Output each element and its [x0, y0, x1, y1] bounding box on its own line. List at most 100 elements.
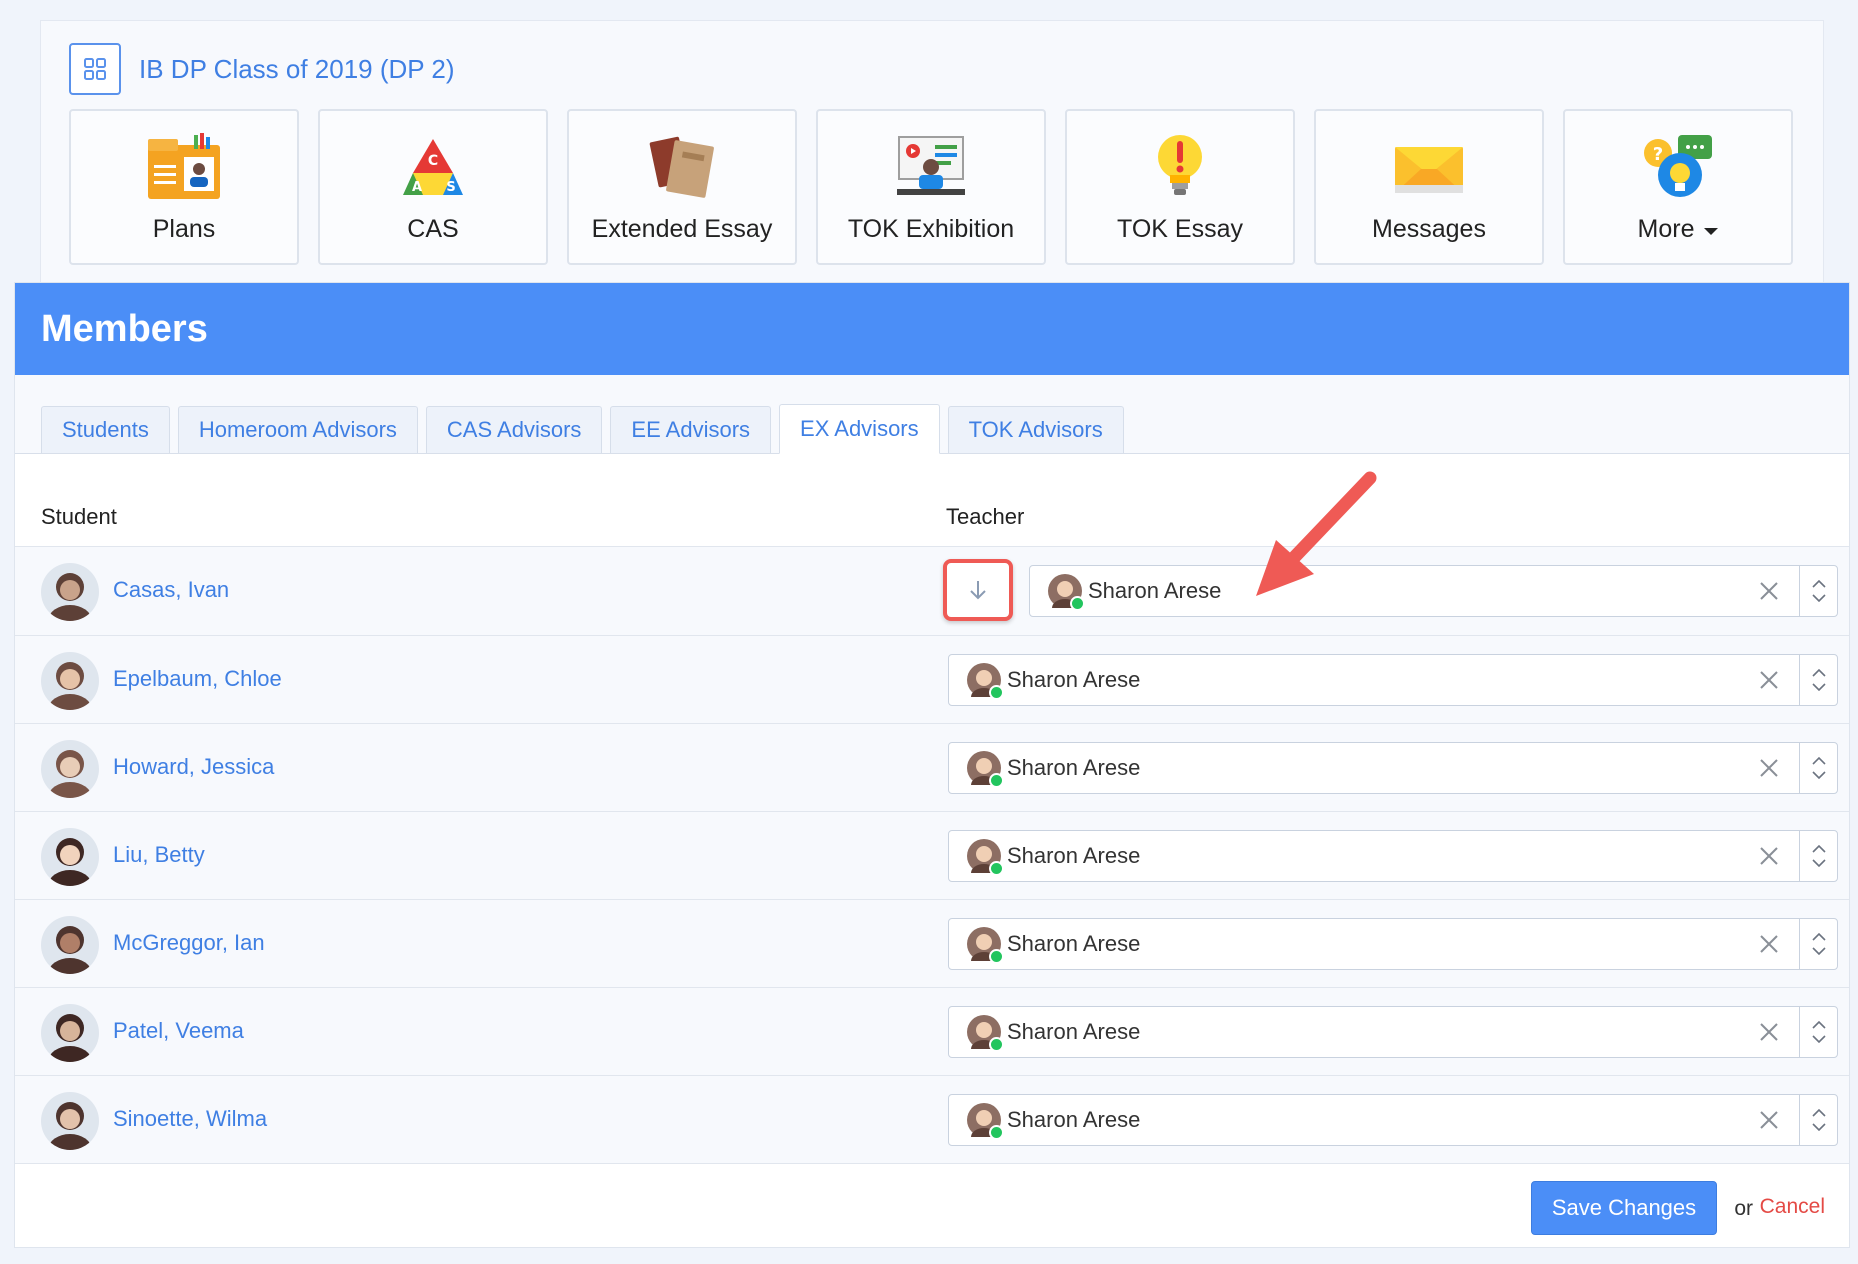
chevron-down-icon: [1811, 1123, 1826, 1131]
teacher-avatar: [967, 839, 1004, 882]
help-chat-icon: ?: [1638, 131, 1718, 203]
clear-selection-button[interactable]: [1739, 1095, 1799, 1145]
teacher-avatar: [967, 751, 1004, 794]
chevron-up-icon: [1811, 669, 1826, 677]
cancel-link[interactable]: Cancel: [1760, 1195, 1825, 1219]
select-toggle[interactable]: [1799, 566, 1837, 616]
chevron-up-icon: [1811, 1109, 1826, 1117]
teacher-name: Sharon Arese: [1007, 1019, 1141, 1044]
grid-icon: [84, 58, 106, 80]
apps-grid-button[interactable]: [69, 43, 121, 95]
column-header-student: Student: [41, 504, 117, 529]
student-avatar: [41, 828, 99, 886]
tile-label: TOK Exhibition: [847, 215, 1015, 243]
tab-ee-advisors[interactable]: EE Advisors: [610, 406, 772, 453]
teacher-name: Sharon Arese: [1007, 931, 1141, 956]
tile-cas[interactable]: C A S CA S: [318, 109, 548, 265]
svg-text:C: C: [428, 153, 438, 169]
chevron-down-icon: [1811, 947, 1826, 955]
svg-text:A: A: [412, 180, 422, 195]
teacher-select[interactable]: Sharon Arese: [948, 742, 1838, 794]
chevron-up-icon: [1811, 757, 1826, 765]
save-changes-button[interactable]: Save Changes: [1531, 1181, 1717, 1235]
clear-selection-button[interactable]: [1739, 1007, 1799, 1057]
student-avatar: [41, 1092, 99, 1150]
teacher-name: Sharon Arese: [1007, 843, 1141, 868]
teacher-select[interactable]: Sharon Arese: [948, 1006, 1838, 1058]
arrow-down-icon: [970, 581, 986, 600]
student-name-link[interactable]: Sinoette, Wilma: [113, 1106, 267, 1132]
class-header-card: IB DP Class of 2019 (DP 2) Plans C A S C…: [40, 20, 1824, 284]
student-name-link[interactable]: Patel, Veema: [113, 1018, 244, 1044]
tab-ex-advisors[interactable]: EX Advisors: [779, 404, 940, 454]
caret-down-icon: [1704, 228, 1719, 235]
teacher-avatar: [1048, 574, 1085, 617]
tile-messages[interactable]: Messages: [1314, 109, 1544, 265]
tab-cas-advisors[interactable]: CAS Advisors: [425, 406, 603, 453]
online-status-icon: [989, 1125, 1004, 1140]
student-name-link[interactable]: Liu, Betty: [113, 842, 205, 868]
tile-extended-essay[interactable]: Extended Essay: [567, 109, 797, 265]
clear-selection-button[interactable]: [1739, 919, 1799, 969]
teacher-select[interactable]: Sharon Arese: [948, 1094, 1838, 1146]
cas-triangle-icon: C A S: [393, 131, 473, 203]
class-title[interactable]: IB DP Class of 2019 (DP 2): [139, 54, 455, 85]
plans-folder-icon: [144, 131, 224, 203]
close-icon: [1760, 935, 1778, 953]
presentation-icon: [891, 131, 971, 203]
teacher-select[interactable]: Sharon Arese: [948, 918, 1838, 970]
teacher-select[interactable]: Sharon Arese: [948, 654, 1838, 706]
chevron-down-icon: [1811, 1035, 1826, 1043]
teacher-name: Sharon Arese: [1007, 667, 1141, 692]
chevron-down-icon: [1811, 859, 1826, 867]
tile-tok-exhibition[interactable]: TOK Exhibition: [816, 109, 1046, 265]
tile-more[interactable]: ? More: [1563, 109, 1793, 265]
members-panel: Members Students Homeroom Advisors CAS A…: [14, 282, 1850, 1248]
chevron-down-icon: [1811, 683, 1826, 691]
copy-down-button[interactable]: [943, 559, 1013, 621]
advisor-tabs: Students Homeroom Advisors CAS Advisors …: [15, 375, 1849, 454]
tile-tok-essay[interactable]: TOK Essay: [1065, 109, 1295, 265]
select-toggle[interactable]: [1799, 919, 1837, 969]
select-toggle[interactable]: [1799, 743, 1837, 793]
select-toggle[interactable]: [1799, 1007, 1837, 1057]
column-header-teacher: Teacher: [946, 504, 1025, 529]
teacher-select[interactable]: Sharon Arese: [948, 830, 1838, 882]
table-header: Student Teacher: [15, 454, 1849, 547]
more-label: More: [1637, 215, 1695, 243]
tile-plans[interactable]: Plans: [69, 109, 299, 265]
svg-text:S: S: [446, 180, 455, 195]
clear-selection-button[interactable]: [1739, 566, 1799, 616]
or-text: or: [1734, 1197, 1753, 1220]
student-name-link[interactable]: Epelbaum, Chloe: [113, 666, 282, 692]
student-name-link[interactable]: McGreggor, Ian: [113, 930, 265, 956]
student-avatar: [41, 1004, 99, 1062]
tab-homeroom-advisors[interactable]: Homeroom Advisors: [177, 406, 418, 453]
table-row: Sinoette, Wilma Sharon Arese: [15, 1076, 1849, 1164]
annotation-arrow-icon: [1256, 471, 1377, 596]
chevron-up-icon: [1811, 580, 1826, 588]
clear-selection-button[interactable]: [1739, 743, 1799, 793]
tab-students[interactable]: Students: [41, 406, 170, 453]
student-name-link[interactable]: Howard, Jessica: [113, 754, 274, 780]
teacher-name: Sharon Arese: [1007, 755, 1141, 780]
tab-tok-advisors[interactable]: TOK Advisors: [947, 406, 1124, 453]
online-status-icon: [1070, 596, 1085, 611]
clear-selection-button[interactable]: [1739, 655, 1799, 705]
online-status-icon: [989, 1037, 1004, 1052]
select-toggle[interactable]: [1799, 831, 1837, 881]
lightbulb-icon: [1140, 131, 1220, 203]
online-status-icon: [989, 949, 1004, 964]
table-row: Casas, Ivan Sharon Arese: [15, 547, 1849, 636]
close-icon: [1760, 582, 1778, 600]
student-name-link[interactable]: Casas, Ivan: [113, 577, 229, 603]
books-icon: [642, 131, 722, 203]
close-icon: [1760, 671, 1778, 689]
close-icon: [1760, 1023, 1778, 1041]
table-row: Epelbaum, Chloe Sharon Arese: [15, 636, 1849, 724]
clear-selection-button[interactable]: [1739, 831, 1799, 881]
select-toggle[interactable]: [1799, 1095, 1837, 1145]
envelope-icon: [1389, 131, 1469, 203]
teacher-select[interactable]: Sharon Arese: [1029, 565, 1838, 617]
select-toggle[interactable]: [1799, 655, 1837, 705]
